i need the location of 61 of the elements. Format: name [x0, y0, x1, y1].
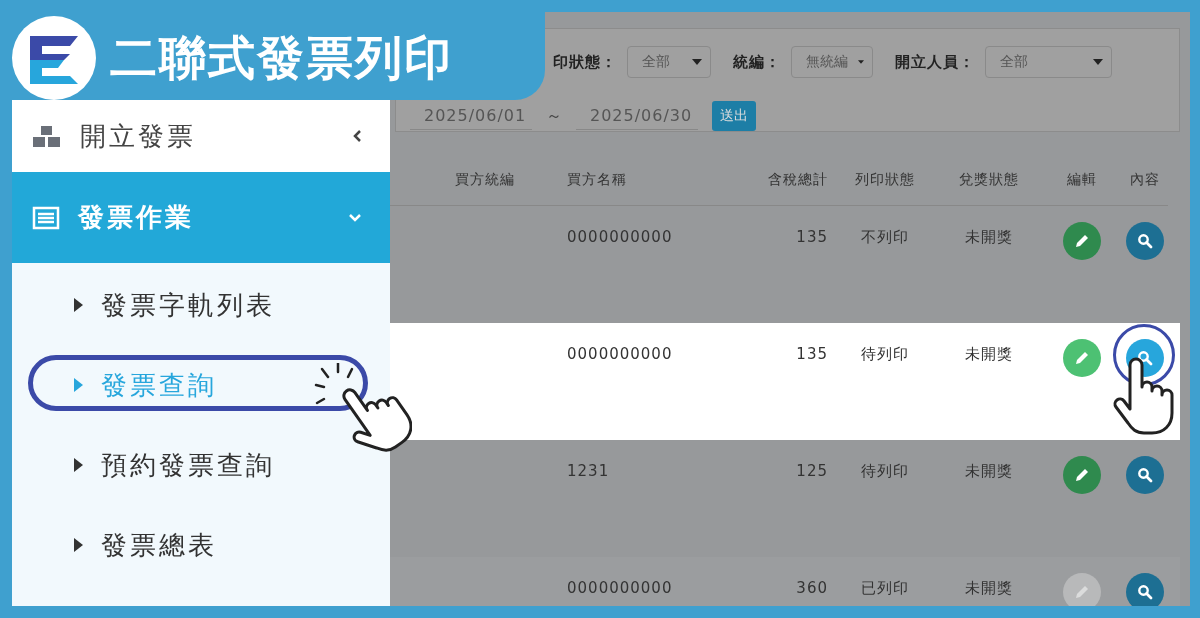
- dropdown-caret-icon: [1093, 59, 1103, 65]
- pencil-icon: [1074, 467, 1090, 483]
- table-cell: 135: [796, 345, 828, 363]
- column-header: 內容: [1130, 171, 1160, 189]
- select-field[interactable]: 無統編: [791, 46, 873, 78]
- table-cell: 360: [796, 579, 828, 597]
- chevron-down-icon: [348, 212, 362, 223]
- pencil-icon: [1074, 233, 1090, 249]
- table-cell: 1231: [567, 462, 610, 480]
- pencil-icon: [1074, 350, 1090, 366]
- list-icon: [32, 205, 60, 230]
- dropdown-caret-icon: [858, 59, 864, 65]
- submenu-item[interactable]: 預約發票查詢: [12, 425, 390, 505]
- boxes-icon: [32, 124, 62, 148]
- chevron-left-icon: [352, 129, 362, 143]
- caret-icon: [74, 458, 83, 472]
- table-cell: 未開獎: [964, 228, 1013, 247]
- search-icon: [1137, 350, 1153, 366]
- pencil-icon: [1074, 584, 1090, 600]
- sidebar-item[interactable]: 發票作業: [12, 172, 390, 263]
- submenu-item[interactable]: 發票查詢: [12, 345, 390, 425]
- table-cell: 未開獎: [964, 345, 1013, 364]
- table-cell: 待列印: [861, 462, 909, 481]
- sidebar-item[interactable]: 開立發票: [12, 100, 390, 172]
- table-cell: 125: [796, 462, 828, 480]
- date-field[interactable]: 2025/06/30: [576, 102, 698, 130]
- column-header: 列印狀態: [855, 171, 915, 189]
- search-icon: [1137, 584, 1153, 600]
- page-title: 二聯式發票列印: [110, 28, 453, 87]
- range-separator: ～: [545, 105, 563, 127]
- table-cell: 135: [796, 228, 828, 246]
- column-header: 買方統編: [455, 171, 515, 189]
- edit-button[interactable]: [1063, 456, 1101, 494]
- table-cell: 0000000000: [567, 579, 673, 597]
- select-field[interactable]: 全部: [985, 46, 1112, 78]
- filter-label: 開立人員：: [895, 52, 975, 72]
- column-header: 兌獎狀態: [958, 171, 1019, 189]
- caret-icon: [74, 538, 83, 552]
- caret-icon: [74, 298, 83, 312]
- column-header: 含稅總計: [768, 171, 828, 189]
- submenu-item[interactable]: 發票總表: [12, 505, 390, 585]
- table-cell: 待列印: [861, 345, 909, 364]
- table-cell: 未開獎: [964, 462, 1013, 481]
- table-cell: 不列印: [861, 228, 909, 247]
- search-icon: [1137, 233, 1153, 249]
- dropdown-caret-icon: [692, 59, 702, 65]
- table-cell: 0000000000: [567, 345, 673, 363]
- filter-label: 統編：: [733, 52, 781, 72]
- submit-button[interactable]: 送出: [712, 101, 756, 131]
- date-field[interactable]: 2025/06/01: [410, 102, 532, 130]
- search-icon: [1137, 467, 1153, 483]
- table-cell: 未開獎: [964, 579, 1013, 598]
- table-cell: 0000000000: [567, 228, 673, 246]
- column-header: 編輯: [1067, 171, 1097, 189]
- submenu-item[interactable]: 發票字軌列表: [12, 265, 390, 345]
- edit-button[interactable]: [1063, 222, 1101, 260]
- select-field[interactable]: 全部: [627, 46, 711, 78]
- column-header: 買方名稱: [567, 171, 627, 189]
- caret-icon: [74, 378, 83, 392]
- table-cell: 已列印: [861, 579, 909, 598]
- filter-label: 印狀態：: [553, 52, 617, 72]
